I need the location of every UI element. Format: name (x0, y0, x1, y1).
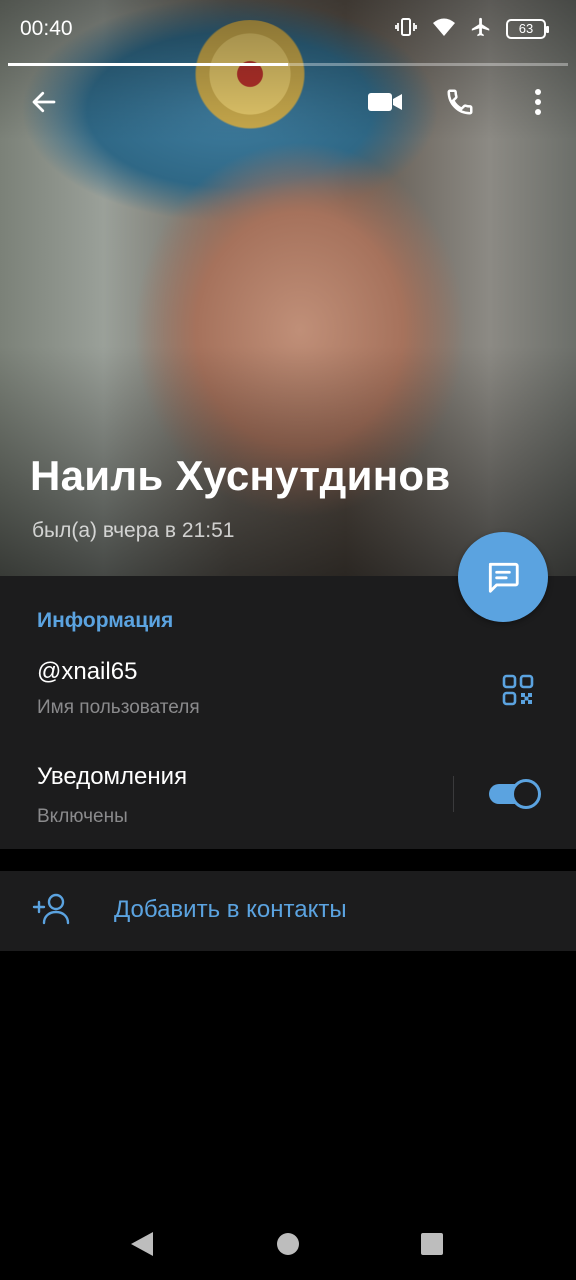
status-bar: 00:40 63 (0, 0, 576, 66)
airplane-icon (470, 16, 492, 43)
username-label: Имя пользователя (37, 697, 200, 718)
profile-name: Наиль Хуснутдинов (30, 452, 451, 499)
status-time: 00:40 (20, 17, 73, 40)
add-person-icon (32, 893, 70, 925)
notifications-value: Включены (37, 806, 128, 827)
story-progress-bar (8, 63, 568, 66)
divider (453, 776, 454, 812)
more-menu-button[interactable] (514, 78, 562, 126)
nav-home-button[interactable] (268, 1224, 308, 1264)
info-section-title: Информация (37, 609, 174, 632)
status-icons: 63 (394, 15, 549, 44)
add-to-contacts-button[interactable]: Добавить в контакты (0, 871, 576, 951)
battery-icon: 63 (506, 19, 549, 39)
last-seen-status: был(а) вчера в 21:51 (32, 519, 235, 542)
phone-icon (447, 89, 473, 115)
send-message-button[interactable] (458, 532, 548, 622)
triangle-back-icon (131, 1232, 153, 1256)
square-recents-icon (421, 1233, 443, 1255)
call-button[interactable] (436, 78, 484, 126)
back-button[interactable] (20, 78, 68, 126)
video-call-icon (368, 93, 402, 111)
more-vertical-icon (535, 89, 541, 115)
video-call-button[interactable] (361, 78, 409, 126)
system-nav-bar (0, 1200, 576, 1280)
vibrate-icon (394, 15, 418, 44)
add-to-contacts-label: Добавить в контакты (114, 896, 347, 923)
qr-code-button[interactable] (496, 668, 540, 712)
nav-recents-button[interactable] (412, 1224, 452, 1264)
qr-code-icon (502, 674, 534, 706)
wifi-icon (432, 16, 456, 43)
username-value[interactable]: @xnail65 (37, 658, 137, 686)
toolbar (0, 78, 576, 128)
arrow-left-icon (32, 91, 56, 113)
notifications-toggle[interactable] (487, 777, 543, 811)
message-icon (488, 562, 519, 593)
notifications-title[interactable]: Уведомления (37, 763, 187, 791)
nav-back-button[interactable] (122, 1224, 162, 1264)
circle-home-icon (277, 1233, 299, 1255)
